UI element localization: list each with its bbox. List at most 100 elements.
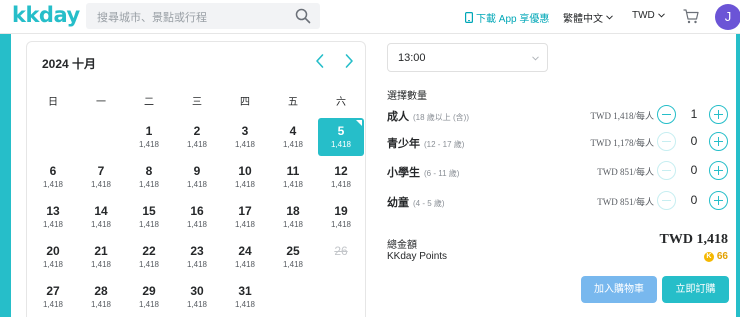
calendar-day[interactable]: 1 1,418 <box>126 118 172 156</box>
day-number: 30 <box>190 284 204 298</box>
day-number: 4 <box>289 124 297 138</box>
day-number: 31 <box>238 284 252 298</box>
day-price: 1,418 <box>138 180 160 189</box>
day-price: 1,418 <box>330 220 352 229</box>
calendar-day[interactable]: 24 1,418 <box>222 238 268 276</box>
download-app-link[interactable]: 下載 App 享優惠 <box>465 10 549 25</box>
day-number: 21 <box>94 244 108 258</box>
ticket-type-label: 小學生 (6 - 11 歲) <box>387 164 459 180</box>
currency-selector[interactable]: TWD <box>632 10 665 21</box>
day-number: 16 <box>190 204 204 218</box>
decrease-quantity-button[interactable] <box>657 161 676 180</box>
cart-icon[interactable] <box>683 9 699 24</box>
calendar-day[interactable]: 5 1,418 <box>318 118 364 156</box>
calendar-day[interactable]: 22 1,418 <box>126 238 172 276</box>
decrease-quantity-button[interactable] <box>657 105 676 124</box>
day-price: 1,418 <box>186 260 208 269</box>
day-price: 1,418 <box>90 220 112 229</box>
calendar-day: 26 <box>318 238 364 276</box>
day-number: 5 <box>337 124 345 138</box>
day-price: 1,418 <box>186 180 208 189</box>
buy-now-button[interactable]: 立即訂購 <box>662 276 729 303</box>
time-select[interactable]: 13:00 <box>387 43 548 72</box>
calendar-day[interactable]: 16 1,418 <box>174 198 220 236</box>
calendar-day[interactable]: 8 1,418 <box>126 158 172 196</box>
calendar-day[interactable]: 17 1,418 <box>222 198 268 236</box>
calendar-day[interactable]: 7 1,418 <box>78 158 124 196</box>
calendar-day[interactable]: 11 1,418 <box>270 158 316 196</box>
calendar-day[interactable]: 28 1,418 <box>78 278 124 316</box>
calendar-day[interactable]: 15 1,418 <box>126 198 172 236</box>
calendar-day[interactable]: 21 1,418 <box>78 238 124 276</box>
weekday-label: 四 <box>240 97 250 108</box>
day-number: 3 <box>241 124 249 138</box>
calendar-day[interactable]: 9 1,418 <box>174 158 220 196</box>
day-price: 1,418 <box>90 260 112 269</box>
day-number: 9 <box>193 164 201 178</box>
calendar-day[interactable]: 6 1,418 <box>30 158 76 196</box>
day-number: 13 <box>46 204 60 218</box>
calendar-day[interactable]: 23 1,418 <box>174 238 220 276</box>
calendar-day[interactable]: 10 1,418 <box>222 158 268 196</box>
day-number: 28 <box>94 284 108 298</box>
search-bar[interactable]: 搜尋城市、景點或行程 <box>86 3 320 29</box>
weekday-label: 三 <box>192 97 202 108</box>
add-to-cart-button[interactable]: 加入購物車 <box>581 276 657 303</box>
calendar-day[interactable]: 12 1,418 <box>318 158 364 196</box>
calendar-day[interactable]: 27 1,418 <box>30 278 76 316</box>
increase-quantity-button[interactable] <box>709 105 728 124</box>
day-number: 26 <box>334 244 348 258</box>
language-selector[interactable]: 繁體中文 <box>563 10 613 25</box>
day-price: 1,418 <box>234 140 256 149</box>
calendar-day[interactable]: 29 1,418 <box>126 278 172 316</box>
chevron-down-icon <box>532 56 539 61</box>
calendar-day[interactable]: 2 1,418 <box>174 118 220 156</box>
search-input[interactable]: 搜尋城市、景點或行程 <box>97 9 207 25</box>
day-price: 1,418 <box>282 180 304 189</box>
day-price: 1,418 <box>234 220 256 229</box>
day-number: 17 <box>238 204 252 218</box>
day-number: 14 <box>94 204 108 218</box>
currency-label: TWD <box>632 10 655 21</box>
calendar-day[interactable]: 19 1,418 <box>318 198 364 236</box>
time-value: 13:00 <box>398 52 426 64</box>
calendar-day[interactable]: 25 1,418 <box>270 238 316 276</box>
day-price: 1,418 <box>282 260 304 269</box>
day-number: 25 <box>286 244 300 258</box>
calendar-day[interactable]: 18 1,418 <box>270 198 316 236</box>
day-price: 1,418 <box>138 300 160 309</box>
ticket-type-name: 幼童 <box>387 197 409 209</box>
chevron-right-icon[interactable] <box>343 53 355 69</box>
day-number: 18 <box>286 204 300 218</box>
day-price: 1,418 <box>42 300 64 309</box>
day-price: 1,418 <box>282 220 304 229</box>
day-price: 1,418 <box>138 140 160 149</box>
calendar-day[interactable]: 20 1,418 <box>30 238 76 276</box>
search-icon[interactable] <box>294 7 312 25</box>
day-price: 1,418 <box>90 180 112 189</box>
day-number: 6 <box>49 164 57 178</box>
increase-quantity-button[interactable] <box>709 161 728 180</box>
calendar-day[interactable]: 4 1,418 <box>270 118 316 156</box>
kkday-logo[interactable]: kkday <box>12 3 80 27</box>
day-price: 1,418 <box>138 220 160 229</box>
calendar-day[interactable]: 14 1,418 <box>78 198 124 236</box>
chevron-left-icon[interactable] <box>314 53 326 69</box>
calendar-day[interactable]: 13 1,418 <box>30 198 76 236</box>
points-amount: 66 <box>716 251 728 262</box>
ticket-price: TWD 1,178/每人 <box>590 138 655 148</box>
increase-quantity-button[interactable] <box>709 191 728 210</box>
quantity-row: 小學生 (6 - 11 歲) TWD 851/每人 0 <box>387 160 729 182</box>
decrease-quantity-button[interactable] <box>657 191 676 210</box>
avatar[interactable]: J <box>715 4 740 30</box>
weekday-label: 六 <box>336 97 346 108</box>
day-number: 15 <box>142 204 156 218</box>
calendar-day[interactable]: 31 1,418 <box>222 278 268 316</box>
decrease-quantity-button[interactable] <box>657 132 676 151</box>
right-accent-bar <box>736 34 740 317</box>
calendar-day[interactable]: 30 1,418 <box>174 278 220 316</box>
increase-quantity-button[interactable] <box>709 132 728 151</box>
day-price: 1,418 <box>330 180 352 189</box>
calendar-day[interactable]: 3 1,418 <box>222 118 268 156</box>
total-value: TWD 1,418 <box>659 232 728 247</box>
